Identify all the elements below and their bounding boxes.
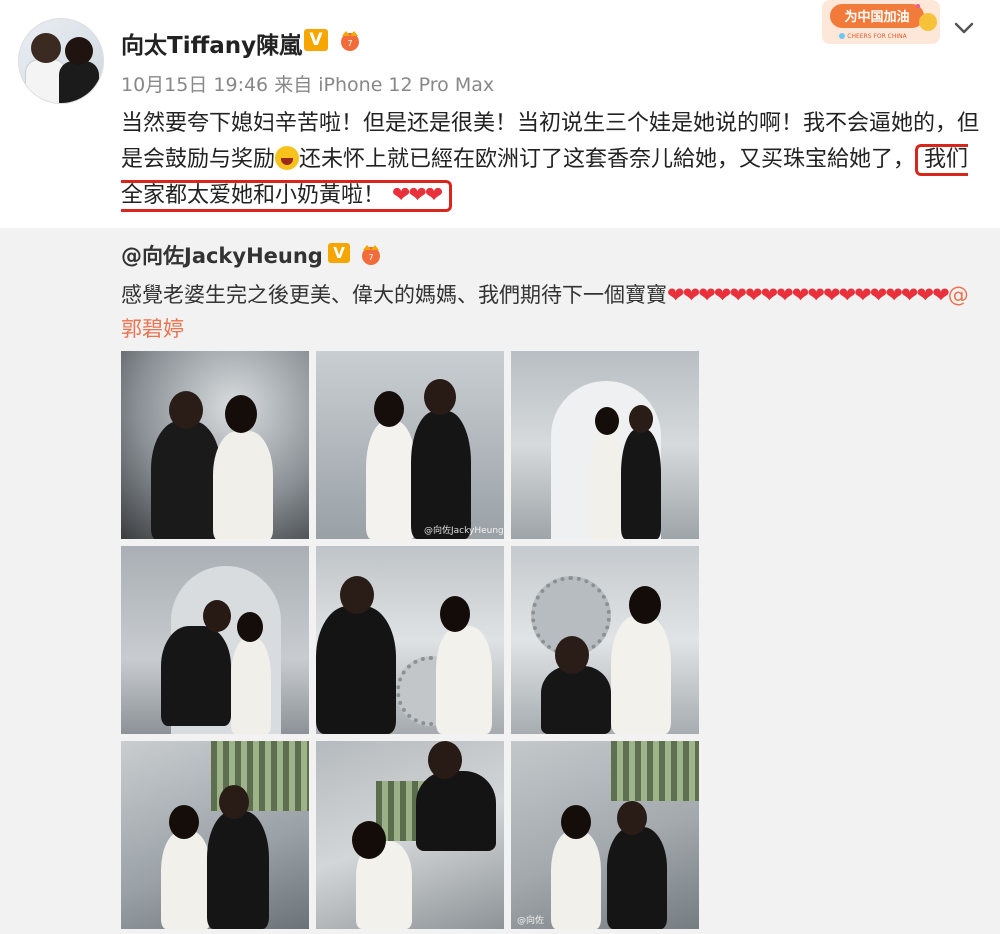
svg-text:7: 7 — [368, 253, 373, 262]
member-crown-icon: 7 — [362, 245, 380, 265]
svg-text:为中国加油: 为中国加油 — [844, 9, 909, 25]
member-crown-icon: 7 — [341, 31, 359, 51]
photo-watermark: @向佐 — [517, 916, 545, 926]
photo-5[interactable] — [316, 546, 504, 734]
svg-text:7: 7 — [347, 39, 352, 48]
post-username[interactable]: 向太Tiffany陳嵐 — [121, 26, 302, 60]
photo-1[interactable] — [121, 351, 309, 539]
photo-watermark: @向佐JackyHeung — [424, 526, 504, 536]
user-avatar[interactable] — [18, 18, 104, 104]
repost-section[interactable]: @向佐JackyHeung V 7 感覺老婆生完之後更美、偉大的媽媽、我們期待下… — [0, 228, 1000, 934]
chevron-down-icon[interactable] — [950, 16, 978, 40]
svg-text:CHEERS FOR CHINA: CHEERS FOR CHINA — [847, 33, 907, 40]
post-text: 当然要夸下媳妇辛苦啦！但是还是很美！当初说生三个娃是她说的啊！我不会逼她的，但是… — [121, 106, 981, 214]
promo-banner-icon[interactable]: 为中国加油 CHEERS FOR CHINA — [822, 0, 940, 44]
laugh-emoji-icon — [275, 146, 300, 170]
photo-7[interactable] — [121, 741, 309, 929]
heart-emoji-icons: ❤❤❤ — [392, 183, 443, 208]
post-source: 来自 iPhone 12 Pro Max — [274, 74, 495, 96]
repost-body: 感覺老婆生完之後更美、偉大的媽媽、我們期待下一個寶寶 — [121, 283, 667, 307]
post-text-part2: 还未怀上就已經在欧洲订了这套香奈儿給她，又买珠宝給她了， — [299, 147, 916, 172]
photo-grid: @向佐JackyHeung @向佐 — [121, 351, 699, 929]
photo-9[interactable]: @向佐 — [511, 741, 699, 929]
photo-3[interactable] — [511, 351, 699, 539]
heart-emoji-icons: ❤❤❤❤❤❤❤❤❤❤❤❤❤❤❤❤❤❤ — [667, 283, 950, 307]
post-meta: 10月15日 19:46 来自 iPhone 12 Pro Max — [121, 70, 494, 97]
verified-badge-icon: V — [304, 29, 328, 51]
photo-2[interactable]: @向佐JackyHeung — [316, 351, 504, 539]
photo-6[interactable] — [511, 546, 699, 734]
repost-text: 感覺老婆生完之後更美、偉大的媽媽、我們期待下一個寶寶❤❤❤❤❤❤❤❤❤❤❤❤❤❤… — [121, 278, 971, 346]
post-timestamp[interactable]: 10月15日 19:46 — [121, 74, 268, 96]
photo-8[interactable] — [316, 741, 504, 929]
repost-username[interactable]: @向佐JackyHeung — [121, 240, 323, 270]
weibo-post: 向太Tiffany陳嵐 V 7 为中国加油 CHEERS FOR CHINA 1… — [0, 0, 1000, 228]
photo-4[interactable] — [121, 546, 309, 734]
verified-badge-icon: V — [328, 243, 350, 263]
